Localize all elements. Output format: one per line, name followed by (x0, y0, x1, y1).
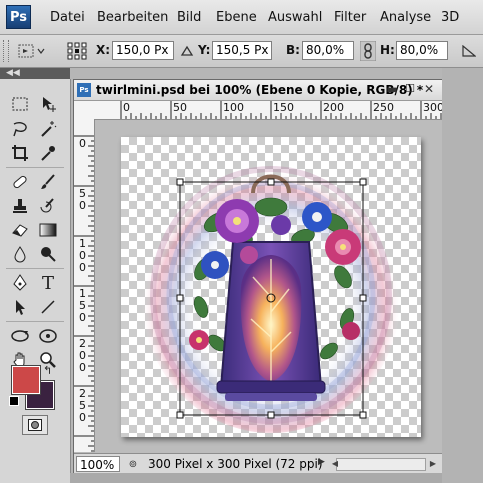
relative-position-icon[interactable] (180, 45, 194, 57)
ruler-v-label: 250 (79, 387, 86, 424)
scroll-left-icon[interactable]: ◀ (328, 455, 342, 473)
brush-icon[interactable] (36, 171, 60, 193)
ruler-v-label: 200 (79, 337, 86, 374)
x-position-field[interactable]: 150,0 Px (112, 41, 174, 60)
zoom-field[interactable]: 100% (76, 456, 120, 472)
move-icon[interactable] (36, 93, 60, 115)
vertical-ruler[interactable]: 0 50 100 150 200 250 (74, 119, 95, 452)
menu-analyse[interactable]: Analyse (380, 10, 431, 25)
3d-rotate-icon[interactable] (8, 325, 32, 347)
tools-panel: T ↰ (0, 79, 71, 483)
horizontal-ruler[interactable]: 0 50 100 150 200 250 300 (94, 101, 442, 120)
transform-tool-icon[interactable] (18, 43, 46, 59)
healing-brush-icon[interactable] (8, 171, 32, 193)
document-title: twirlmini.psd bei 100% (Ebene 0 Kopie, R… (96, 83, 424, 97)
tool-separator (6, 167, 64, 168)
clone-stamp-icon[interactable] (8, 195, 32, 217)
ruler-v-label: 100 (79, 237, 86, 274)
foreground-color-swatch[interactable] (11, 365, 41, 395)
scroll-right-icon[interactable]: ▶ (426, 455, 440, 473)
x-label: X: (96, 43, 111, 57)
maximize-icon[interactable]: ☐ (403, 82, 417, 96)
options-bar: X: 150,0 Px Y: 150,5 Px B: 80,0% H: 80,0… (0, 35, 483, 68)
menu-auswahl[interactable]: Auswahl (268, 10, 322, 25)
tool-separator (6, 268, 64, 269)
ruler-v-label: 0 (79, 137, 86, 150)
purple-flower (215, 199, 259, 243)
tools-panel-header[interactable]: ◀◀ (0, 68, 70, 79)
ruler-h-label: 100 (223, 101, 244, 114)
type-icon[interactable]: T (36, 272, 60, 294)
ruler-v-label: 150 (79, 287, 86, 324)
ruler-h-label: 300 (423, 101, 442, 114)
menu-bearbeiten[interactable]: Bearbeiten (97, 10, 168, 25)
ruler-corner[interactable] (74, 101, 95, 120)
collapse-arrows-icon[interactable]: ◀◀ (6, 68, 20, 79)
width-label: B: (286, 43, 300, 57)
width-field[interactable]: 80,0% (302, 41, 354, 60)
eyedropper-icon[interactable] (36, 142, 60, 164)
status-menu-arrow-icon[interactable]: ▶ (318, 457, 325, 467)
bottom-gutter (70, 473, 442, 483)
marquee-icon[interactable] (8, 93, 32, 115)
lantern-artwork (141, 157, 401, 433)
minimize-icon[interactable]: ▬ (385, 82, 399, 96)
document-ps-icon: Ps (77, 83, 91, 97)
status-info-icon[interactable]: ⊚ (126, 458, 140, 471)
quick-mask-icon[interactable] (22, 415, 48, 435)
ruler-h-label: 250 (373, 101, 394, 114)
pen-icon[interactable] (8, 272, 32, 294)
history-brush-icon[interactable] (36, 195, 60, 217)
tool-separator (6, 321, 64, 322)
menu-datei[interactable]: Datei (50, 10, 85, 25)
reference-point-icon[interactable] (66, 41, 88, 61)
document-size-info: 300 Pixel x 300 Pixel (72 ppi) (148, 457, 323, 471)
ruler-h-label: 50 (173, 101, 187, 114)
canvas[interactable] (121, 137, 421, 437)
y-position-field[interactable]: 150,5 Px (212, 41, 272, 60)
status-bar: 100% ⊚ 300 Pixel x 300 Pixel (72 ppi) ▶ … (74, 453, 442, 475)
ruler-h-label: 200 (323, 101, 344, 114)
crop-icon[interactable] (8, 142, 32, 164)
menu-3d[interactable]: 3D (441, 10, 459, 25)
canvas-area[interactable] (95, 120, 442, 453)
menu-bar: Ps Datei Bearbeiten Bild Ebene Auswahl F… (0, 0, 483, 35)
gradient-icon[interactable] (36, 219, 60, 241)
right-panel-strip (442, 68, 483, 483)
dodge-icon[interactable] (36, 243, 60, 265)
menu-filter[interactable]: Filter (334, 10, 366, 25)
ruler-v-label: 50 (79, 187, 86, 212)
document-window: Ps twirlmini.psd bei 100% (Ebene 0 Kopie… (73, 79, 443, 475)
eraser-icon[interactable] (8, 219, 32, 241)
height-field[interactable]: 80,0% (396, 41, 448, 60)
height-label: H: (380, 43, 395, 57)
line-icon[interactable] (36, 296, 60, 318)
photoshop-logo[interactable]: Ps (6, 5, 31, 29)
document-title-bar[interactable]: Ps twirlmini.psd bei 100% (Ebene 0 Kopie… (74, 80, 442, 101)
blur-icon[interactable] (8, 243, 32, 265)
lasso-icon[interactable] (8, 118, 32, 140)
path-selection-icon[interactable] (8, 296, 32, 318)
rotate-angle-icon (462, 45, 476, 57)
menu-ebene[interactable]: Ebene (216, 10, 257, 25)
horizontal-scrollbar[interactable] (336, 458, 426, 471)
swap-colors-icon[interactable]: ↰ (43, 364, 52, 377)
options-grip[interactable] (3, 40, 9, 62)
y-label: Y: (198, 43, 211, 57)
ruler-h-label: 150 (273, 101, 294, 114)
default-colors-icon[interactable] (9, 396, 19, 406)
link-icon[interactable] (360, 41, 376, 61)
menu-bild[interactable]: Bild (177, 10, 201, 25)
close-icon[interactable]: ✕ (422, 82, 436, 96)
3d-orbit-icon[interactable] (36, 325, 60, 347)
magic-wand-icon[interactable] (36, 118, 60, 140)
ruler-h-label: 0 (123, 101, 130, 114)
